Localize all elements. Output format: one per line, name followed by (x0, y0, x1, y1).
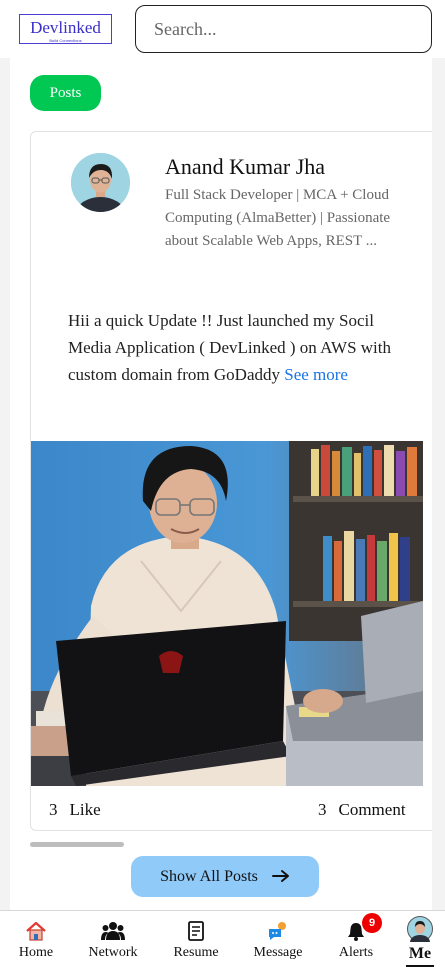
comment-label: Comment (338, 800, 406, 819)
nav-alerts[interactable]: 9 Alerts (328, 911, 384, 967)
nav-network-label: Network (88, 945, 138, 960)
see-more-link[interactable]: See more (284, 365, 348, 384)
like-count: 3 (49, 800, 58, 819)
search-input[interactable] (135, 5, 432, 53)
posts-filter-button[interactable]: Posts (30, 75, 101, 111)
chat-icon (267, 921, 289, 946)
nav-home-label: Home (18, 945, 54, 960)
post-image[interactable] (31, 441, 423, 786)
top-bar: Devlinked Build Connections (0, 0, 445, 58)
bottom-navigation: Home Network Resume Message 9 Alerts Me (0, 910, 445, 967)
nav-resume[interactable]: Resume (164, 911, 228, 967)
people-icon (101, 921, 125, 946)
logo-text: Devlinked (30, 18, 101, 37)
post-body: Hii a quick Update !! Just launched my S… (68, 307, 408, 388)
alerts-badge: 9 (362, 913, 382, 933)
like-label: Like (69, 800, 101, 819)
show-all-posts-button[interactable]: Show All Posts (131, 856, 319, 897)
me-avatar (407, 916, 433, 949)
nav-network[interactable]: Network (80, 911, 146, 967)
show-all-label: Show All Posts (160, 867, 258, 885)
main-panel: Posts Anand Kumar Jha Full Stack Develop… (10, 58, 432, 910)
nav-alerts-label: Alerts (338, 945, 374, 960)
nav-message-label: Message (253, 945, 303, 960)
nav-me-label: Me (408, 945, 432, 962)
author-avatar[interactable] (71, 153, 130, 212)
document-icon (187, 921, 205, 946)
arrow-right-icon (271, 867, 290, 887)
post-card: Anand Kumar Jha Full Stack Developer | M… (30, 131, 432, 831)
devlinked-logo[interactable]: Devlinked Build Connections (19, 14, 112, 44)
logo-tagline: Build Connections (49, 38, 82, 43)
home-icon (25, 921, 47, 946)
like-button[interactable]: 3 Like (49, 800, 101, 820)
author-name[interactable]: Anand Kumar Jha (165, 154, 325, 180)
nav-me[interactable]: Me (404, 911, 436, 967)
nav-message[interactable]: Message (246, 911, 310, 967)
horizontal-scrollbar[interactable] (30, 842, 124, 847)
nav-resume-label: Resume (173, 945, 219, 960)
comment-count: 3 (318, 800, 327, 819)
author-headline: Full Stack Developer | MCA + Cloud Compu… (165, 187, 391, 249)
comment-button[interactable]: 3 Comment (318, 800, 406, 820)
nav-home[interactable]: Home (6, 911, 66, 967)
